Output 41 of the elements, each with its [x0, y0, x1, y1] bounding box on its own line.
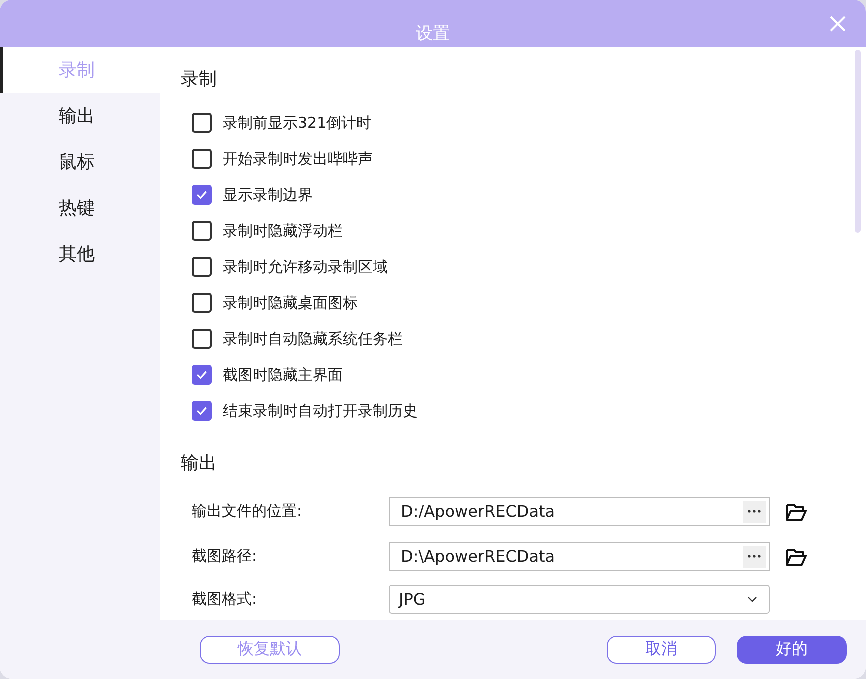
checkbox[interactable] — [192, 365, 212, 385]
checkbox-label[interactable]: 录制时隐藏桌面图标 — [223, 294, 358, 312]
checkbox[interactable] — [192, 329, 212, 349]
sidebar-item[interactable]: 热键 — [0, 185, 160, 231]
field-label: 截图路径: — [192, 547, 258, 566]
checkbox[interactable] — [192, 401, 212, 421]
browse-button[interactable] — [743, 500, 766, 522]
field-label: 输出文件的位置: — [192, 502, 304, 521]
checkbox-label[interactable]: 录制前显示321倒计时 — [223, 114, 372, 132]
checkbox-label[interactable]: 录制时自动隐藏系统任务栏 — [223, 330, 403, 348]
checkbox[interactable] — [192, 293, 212, 313]
field-label: 截图格式: — [192, 590, 258, 608]
checkbox[interactable] — [192, 113, 212, 133]
scrollbar-thumb[interactable] — [855, 50, 861, 233]
checkbox-label[interactable]: 录制时隐藏浮动栏 — [223, 222, 343, 240]
folder-icon[interactable] — [786, 548, 807, 566]
sidebar-item[interactable]: 鼠标 — [0, 139, 160, 185]
checkbox-label[interactable]: 显示录制边界 — [223, 186, 313, 204]
checkbox[interactable] — [192, 257, 212, 277]
checkbox-label[interactable]: 录制时允许移动录制区域 — [223, 258, 388, 276]
format-dropdown[interactable]: JPG — [389, 584, 770, 614]
checkbox[interactable] — [192, 149, 212, 169]
checkbox-label[interactable]: 结束录制时自动打开录制历史 — [223, 402, 418, 420]
ellipsis-icon — [748, 555, 761, 558]
ok-button[interactable]: 好的 — [737, 636, 847, 664]
window-title: 设置 — [416, 23, 450, 45]
checkbox[interactable] — [192, 185, 212, 205]
path-field[interactable]: D:/ApowerRECData — [389, 497, 770, 526]
sidebar-item[interactable]: 其他 — [0, 231, 160, 277]
path-field[interactable]: D:\ApowerRECData — [389, 542, 770, 571]
sidebar-item[interactable]: 输出 — [0, 93, 160, 139]
checkbox-label[interactable]: 截图时隐藏主界面 — [223, 366, 343, 384]
section-heading: 输出 — [181, 452, 217, 476]
ellipsis-icon — [748, 510, 761, 513]
chevron-down-icon — [748, 596, 757, 602]
cancel-button[interactable]: 取消 — [607, 636, 716, 664]
checkbox[interactable] — [192, 221, 212, 241]
browse-button[interactable] — [743, 546, 766, 568]
checkbox-label[interactable]: 开始录制时发出哔哔声 — [223, 150, 373, 168]
folder-icon[interactable] — [786, 502, 807, 520]
section-heading: 录制 — [181, 68, 217, 92]
